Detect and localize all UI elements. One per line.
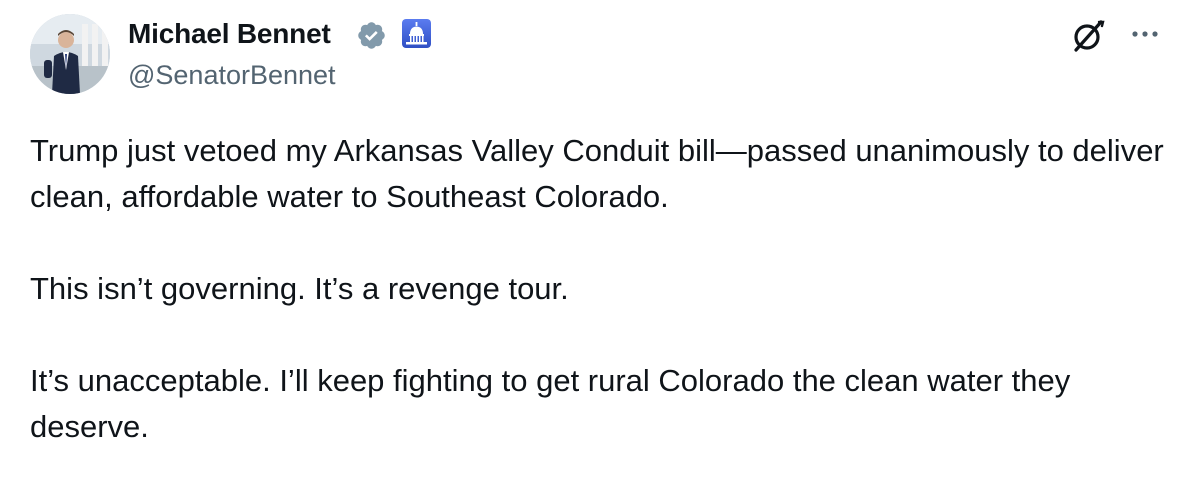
avatar-photo: [30, 14, 110, 94]
display-name[interactable]: Michael Bennet: [128, 16, 331, 52]
verified-checkmark-icon[interactable]: [356, 20, 387, 51]
tweet-card: Michael Bennet @SenatorBennet Trump just…: [0, 0, 1190, 480]
tweet-paragraph: Trump just vetoed my Arkansas Valley Con…: [30, 133, 1164, 214]
user-handle[interactable]: @SenatorBennet: [128, 58, 336, 92]
tweet-text: Trump just vetoed my Arkansas Valley Con…: [30, 128, 1170, 450]
tweet-paragraph: It’s unacceptable. I’ll keep fighting to…: [30, 363, 1071, 444]
avatar[interactable]: [30, 14, 110, 94]
tweet-paragraph: This isn’t governing. It’s a revenge tou…: [30, 271, 569, 306]
grok-icon[interactable]: [1068, 16, 1108, 56]
more-options-icon[interactable]: [1128, 22, 1162, 46]
us-capitol-government-icon[interactable]: [402, 19, 431, 48]
